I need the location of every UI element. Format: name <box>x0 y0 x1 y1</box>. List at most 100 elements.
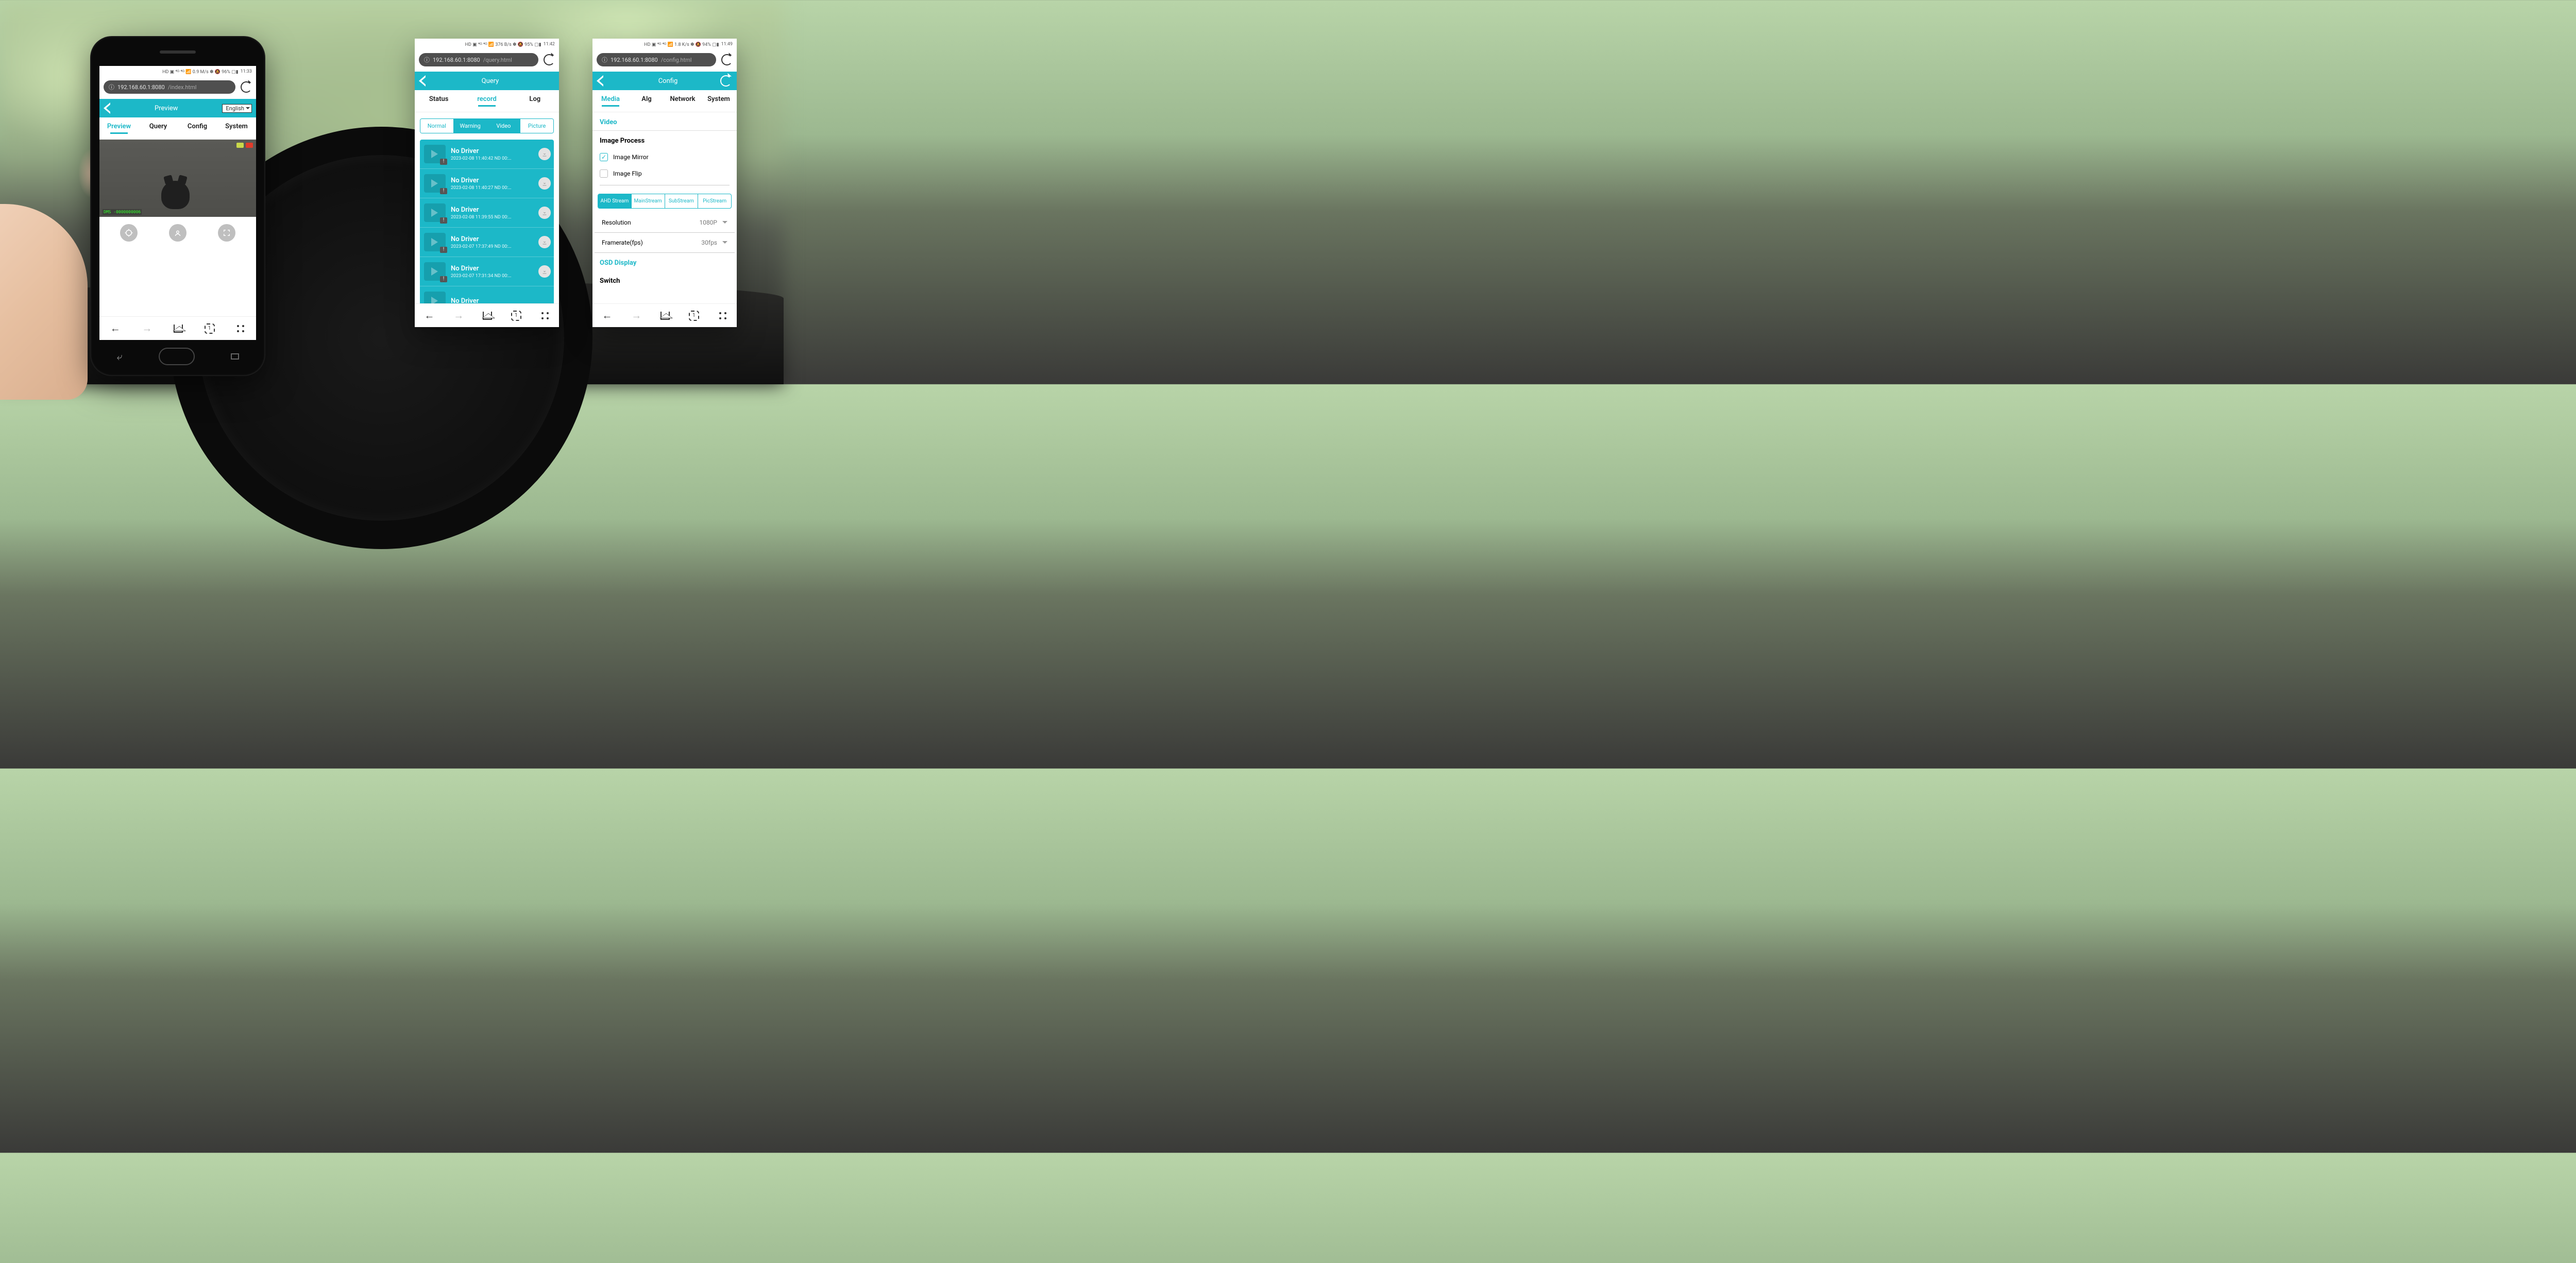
resolution-select[interactable]: Resolution 1080P <box>595 213 735 233</box>
subtab-video[interactable]: Video <box>487 119 521 133</box>
nav-menu-icon[interactable] <box>236 324 245 333</box>
phone-screen-query: HD ▣ ⁴ᴳ ⁴ᴳ 📶 376 B/s ✽ 🔕 95% ▢▮ 11:42 ⓘ … <box>415 39 559 327</box>
stream-tab-ahd[interactable]: AHD Stream <box>598 194 632 208</box>
list-item[interactable]: No Driver 2023-02-08 11:40:42 ND 00:… <box>420 140 554 169</box>
phone-speaker <box>160 50 196 54</box>
stream-tab-pic[interactable]: PicStream <box>698 194 731 208</box>
nav-back-icon[interactable]: ← <box>424 309 434 322</box>
list-item[interactable]: No Driver <box>420 286 554 303</box>
stream-tab-sub[interactable]: SubStream <box>665 194 699 208</box>
query-tabs: Status record Log <box>415 90 559 112</box>
back-icon[interactable] <box>419 75 426 87</box>
page-title: Config <box>603 77 733 85</box>
back-icon[interactable] <box>597 75 603 87</box>
browser-nav: ← → 1 <box>592 303 737 327</box>
record-thumb <box>424 174 446 193</box>
download-icon[interactable] <box>538 265 551 278</box>
checkbox-icon <box>600 169 608 178</box>
browser-nav: ← → 1 <box>99 316 256 340</box>
app-header: Preview English <box>99 99 256 117</box>
record-title: No Driver <box>451 265 533 272</box>
nav-forward-icon[interactable]: → <box>453 309 464 322</box>
field-label: Resolution <box>602 219 631 226</box>
record-list: No Driver 2023-02-08 11:40:42 ND 00:… No… <box>420 140 554 303</box>
nav-home-icon[interactable] <box>660 312 670 320</box>
hw-back-icon[interactable]: ⤶ <box>116 350 122 363</box>
nav-tabs-icon[interactable]: 1 <box>511 311 521 321</box>
subtab-normal[interactable]: Normal <box>420 119 454 133</box>
tab-config[interactable]: Config <box>178 117 217 139</box>
framerate-select[interactable]: Framerate(fps) 30fps <box>595 233 735 253</box>
back-icon[interactable] <box>104 103 110 114</box>
face-detect-icon[interactable] <box>169 224 187 242</box>
checkbox-image-flip[interactable]: Image Flip <box>592 166 737 183</box>
reload-icon[interactable] <box>721 54 733 65</box>
nav-back-icon[interactable]: ← <box>110 322 121 335</box>
record-list-scroll[interactable]: No Driver 2023-02-08 11:40:42 ND 00:… No… <box>415 140 559 303</box>
tab-record[interactable]: record <box>463 90 511 112</box>
record-subtitle: 2023-02-07 17:31:34 ND 00:… <box>451 274 533 279</box>
address-bar[interactable]: ⓘ 192.168.60.1:8080/index.html <box>104 80 235 94</box>
phone-hw-nav: ⤶ <box>90 347 265 366</box>
record-title: No Driver <box>451 206 533 214</box>
app-header: Config <box>592 72 737 90</box>
url-page: /config.html <box>661 57 692 63</box>
list-item[interactable]: No Driver 2023-02-08 11:40:27 ND 00:… <box>420 169 554 198</box>
group-image-process: Image Process <box>592 135 737 150</box>
tab-preview[interactable]: Preview <box>99 117 139 139</box>
tab-system[interactable]: System <box>217 117 256 139</box>
section-osd: OSD Display <box>592 253 737 271</box>
list-item[interactable]: No Driver 2023-02-08 11:39:55 ND 00:… <box>420 198 554 228</box>
tab-status[interactable]: Status <box>415 90 463 112</box>
nav-forward-icon[interactable]: → <box>142 322 152 335</box>
url-host: 192.168.60.1:8080 <box>433 57 480 63</box>
address-bar[interactable]: ⓘ 192.168.60.1:8080/query.html <box>419 53 538 66</box>
language-select[interactable]: English <box>222 104 252 113</box>
calibrate-icon[interactable] <box>120 224 138 242</box>
hw-home-button[interactable] <box>159 348 195 365</box>
status-bar: HD ▣ ⁴ᴳ ⁴ᴳ 📶 0.9 M/s ✽ 🔕 96% ▢▮ 11:33 <box>99 66 256 77</box>
refresh-icon[interactable] <box>720 75 732 87</box>
reload-icon[interactable] <box>544 54 555 65</box>
list-item[interactable]: No Driver 2023-02-07 17:37:49 ND 00:… <box>420 228 554 257</box>
nav-forward-icon[interactable]: → <box>631 309 641 322</box>
status-icons: HD ▣ ⁴ᴳ ⁴ᴳ 📶 1.8 K/s ✽ 🔕 94% ▢▮ <box>644 42 719 47</box>
info-icon: ⓘ <box>424 56 430 64</box>
record-subtitle: 2023-02-08 11:39:55 ND 00:… <box>451 215 533 220</box>
subtab-picture[interactable]: Picture <box>520 119 553 133</box>
download-icon[interactable] <box>538 177 551 190</box>
phone-device: HD ▣ ⁴ᴳ ⁴ᴳ 📶 0.9 M/s ✽ 🔕 96% ▢▮ 11:33 ⓘ … <box>90 36 265 376</box>
checkbox-image-mirror[interactable]: ✓ Image Mirror <box>592 150 737 166</box>
fullscreen-icon[interactable] <box>218 224 235 242</box>
chevron-down-icon <box>722 221 727 226</box>
download-icon[interactable] <box>538 148 551 160</box>
download-icon[interactable] <box>538 207 551 219</box>
tab-log[interactable]: Log <box>511 90 559 112</box>
video-preview[interactable]: DMS -0000000006 <box>99 140 256 217</box>
hw-recent-icon[interactable] <box>231 353 239 360</box>
address-bar[interactable]: ⓘ 192.168.60.1:8080/config.html <box>597 53 716 66</box>
video-indicators <box>236 143 253 148</box>
field-label: Framerate(fps) <box>602 239 643 246</box>
nav-tabs-icon[interactable]: 1 <box>689 311 699 321</box>
phone-screen-preview: HD ▣ ⁴ᴳ ⁴ᴳ 📶 0.9 M/s ✽ 🔕 96% ▢▮ 11:33 ⓘ … <box>99 66 256 340</box>
field-value: 1080P <box>699 219 717 226</box>
reload-icon[interactable] <box>241 81 252 93</box>
tab-alg[interactable]: Alg <box>629 90 665 112</box>
tab-network[interactable]: Network <box>665 90 701 112</box>
list-item[interactable]: No Driver 2023-02-07 17:31:34 ND 00:… <box>420 257 554 286</box>
nav-home-icon[interactable] <box>483 312 492 320</box>
nav-back-icon[interactable]: ← <box>602 309 612 322</box>
tab-system[interactable]: System <box>701 90 737 112</box>
download-icon[interactable] <box>538 236 551 248</box>
record-text: No Driver 2023-02-07 17:37:49 ND 00:… <box>451 235 533 249</box>
nav-tabs-icon[interactable]: 1 <box>205 323 215 334</box>
stream-tab-main[interactable]: MainStream <box>632 194 665 208</box>
nav-menu-icon[interactable] <box>540 311 550 320</box>
tab-query[interactable]: Query <box>139 117 178 139</box>
nav-menu-icon[interactable] <box>718 311 727 320</box>
tab-media[interactable]: Media <box>592 90 629 112</box>
subtab-warning[interactable]: Warning <box>454 119 487 133</box>
info-icon: ⓘ <box>109 83 114 91</box>
nav-home-icon[interactable] <box>174 325 183 333</box>
